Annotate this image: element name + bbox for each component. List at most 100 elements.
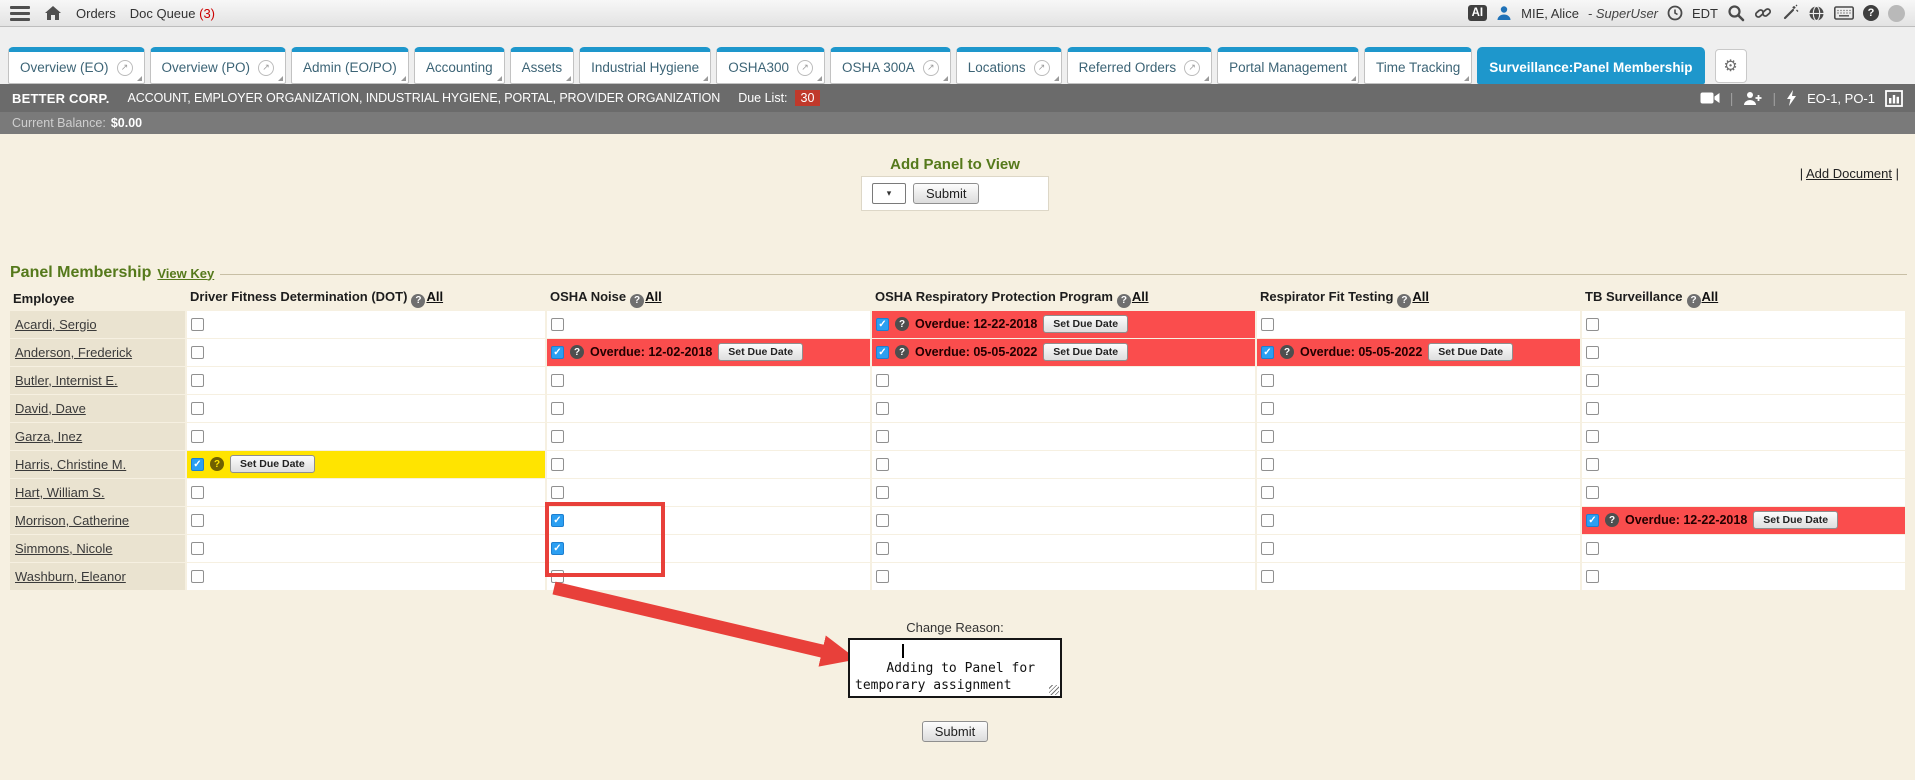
membership-checkbox[interactable] — [191, 514, 204, 527]
membership-checkbox[interactable] — [191, 430, 204, 443]
tab-overview-eo[interactable]: Overview (EO)↗ — [8, 47, 145, 84]
membership-checkbox[interactable] — [1261, 486, 1274, 499]
tab-industrial-hygiene[interactable]: Industrial Hygiene — [579, 47, 711, 84]
link-icon[interactable] — [1754, 4, 1772, 22]
membership-checkbox[interactable] — [1261, 514, 1274, 527]
membership-checkbox[interactable] — [1586, 458, 1599, 471]
membership-checkbox[interactable] — [1261, 402, 1274, 415]
due-list[interactable]: Due List: 30 — [738, 90, 820, 106]
help-icon[interactable]: ? — [895, 317, 909, 331]
membership-checkbox[interactable] — [1261, 430, 1274, 443]
textarea-resize-handle[interactable] — [1049, 685, 1059, 695]
view-key-link[interactable]: View Key — [157, 266, 214, 281]
membership-checkbox[interactable] — [551, 402, 564, 415]
membership-checkbox[interactable] — [551, 374, 564, 387]
select-all-link[interactable]: All — [645, 289, 662, 304]
help-icon[interactable]: ? — [1280, 345, 1294, 359]
help-icon[interactable]: ? — [1863, 5, 1879, 21]
clock-icon[interactable] — [1667, 5, 1683, 21]
membership-checkbox[interactable] — [876, 430, 889, 443]
membership-checkbox[interactable] — [551, 486, 564, 499]
menu-item-orders[interactable]: Orders — [76, 6, 116, 21]
tab-admin-eo-po[interactable]: Admin (EO/PO) — [291, 47, 409, 84]
membership-checkbox[interactable] — [876, 570, 889, 583]
membership-checkbox[interactable] — [1261, 374, 1274, 387]
add-document-link[interactable]: Add Document — [1806, 166, 1892, 181]
membership-checkbox[interactable]: ✓ — [191, 458, 204, 471]
tab-osha300[interactable]: OSHA300↗ — [716, 47, 825, 84]
help-icon[interactable]: ? — [895, 345, 909, 359]
membership-checkbox[interactable] — [876, 486, 889, 499]
membership-checkbox[interactable] — [876, 542, 889, 555]
help-icon[interactable]: ? — [210, 457, 224, 471]
membership-checkbox[interactable] — [1586, 486, 1599, 499]
video-camera-icon[interactable] — [1700, 91, 1720, 105]
employee-link[interactable]: Hart, William S. — [15, 485, 105, 500]
tab-surveillance-panel-membership[interactable]: Surveillance:Panel Membership — [1477, 47, 1704, 84]
membership-checkbox[interactable] — [1261, 318, 1274, 331]
membership-checkbox[interactable] — [876, 458, 889, 471]
tab-referred-orders[interactable]: Referred Orders↗ — [1067, 47, 1213, 84]
home-icon[interactable] — [44, 5, 62, 21]
tab-osha-300a[interactable]: OSHA 300A↗ — [830, 47, 951, 84]
membership-checkbox[interactable]: ✓ — [876, 346, 889, 359]
membership-checkbox[interactable] — [876, 402, 889, 415]
help-icon[interactable]: ? — [1687, 294, 1701, 308]
employee-link[interactable]: Simmons, Nicole — [15, 541, 113, 556]
keyboard-icon[interactable] — [1834, 6, 1854, 20]
membership-checkbox[interactable] — [1586, 402, 1599, 415]
set-due-date-button[interactable]: Set Due Date — [1753, 511, 1838, 529]
membership-checkbox[interactable] — [191, 402, 204, 415]
ai-badge[interactable]: AI — [1468, 5, 1488, 21]
membership-checkbox[interactable]: ✓ — [1586, 514, 1599, 527]
employee-link[interactable]: Harris, Christine M. — [15, 457, 126, 472]
menu-item-doc-queue[interactable]: Doc Queue (3) — [130, 6, 215, 21]
tab-time-tracking[interactable]: Time Tracking — [1364, 47, 1472, 84]
wand-icon[interactable] — [1781, 4, 1799, 22]
employee-link[interactable]: Anderson, Frederick — [15, 345, 132, 360]
membership-checkbox[interactable] — [191, 486, 204, 499]
tab-locations[interactable]: Locations↗ — [956, 47, 1062, 84]
help-icon[interactable]: ? — [1605, 513, 1619, 527]
membership-checkbox[interactable]: ✓ — [876, 318, 889, 331]
membership-checkbox[interactable] — [191, 570, 204, 583]
add-person-icon[interactable] — [1743, 91, 1762, 106]
bar-chart-icon[interactable] — [1885, 90, 1903, 107]
membership-checkbox[interactable]: ✓ — [551, 346, 564, 359]
tab-accounting[interactable]: Accounting — [414, 47, 505, 84]
membership-checkbox[interactable] — [876, 514, 889, 527]
user-avatar-circle[interactable] — [1888, 5, 1905, 22]
employee-link[interactable]: Washburn, Eleanor — [15, 569, 126, 584]
employee-link[interactable]: Morrison, Catherine — [15, 513, 129, 528]
set-due-date-button[interactable]: Set Due Date — [718, 343, 803, 361]
membership-checkbox[interactable] — [1261, 542, 1274, 555]
panel-select-dropdown[interactable]: ▾ — [872, 183, 906, 204]
membership-checkbox[interactable] — [1586, 570, 1599, 583]
tab-assets[interactable]: Assets — [510, 47, 575, 84]
membership-checkbox[interactable] — [191, 542, 204, 555]
set-due-date-button[interactable]: Set Due Date — [230, 455, 315, 473]
set-due-date-button[interactable]: Set Due Date — [1428, 343, 1513, 361]
select-all-link[interactable]: All — [1132, 289, 1149, 304]
set-due-date-button[interactable]: Set Due Date — [1043, 315, 1128, 333]
membership-checkbox[interactable] — [1586, 374, 1599, 387]
globe-icon[interactable] — [1808, 5, 1825, 22]
employee-link[interactable]: Garza, Inez — [15, 429, 82, 444]
membership-checkbox[interactable] — [551, 318, 564, 331]
membership-checkbox[interactable] — [1586, 318, 1599, 331]
employee-link[interactable]: Butler, Internist E. — [15, 373, 118, 388]
search-icon[interactable] — [1727, 4, 1745, 22]
help-icon[interactable]: ? — [630, 294, 644, 308]
help-icon[interactable]: ? — [1397, 294, 1411, 308]
lightning-bolt-icon[interactable] — [1786, 90, 1797, 106]
employee-link[interactable]: Acardi, Sergio — [15, 317, 97, 332]
help-icon[interactable]: ? — [411, 294, 425, 308]
select-all-link[interactable]: All — [1412, 289, 1429, 304]
set-due-date-button[interactable]: Set Due Date — [1043, 343, 1128, 361]
help-icon[interactable]: ? — [1117, 294, 1131, 308]
membership-checkbox[interactable] — [1586, 346, 1599, 359]
add-panel-submit-button[interactable]: Submit — [913, 183, 979, 204]
help-icon[interactable]: ? — [570, 345, 584, 359]
membership-checkbox[interactable] — [551, 458, 564, 471]
membership-checkbox[interactable] — [1261, 458, 1274, 471]
